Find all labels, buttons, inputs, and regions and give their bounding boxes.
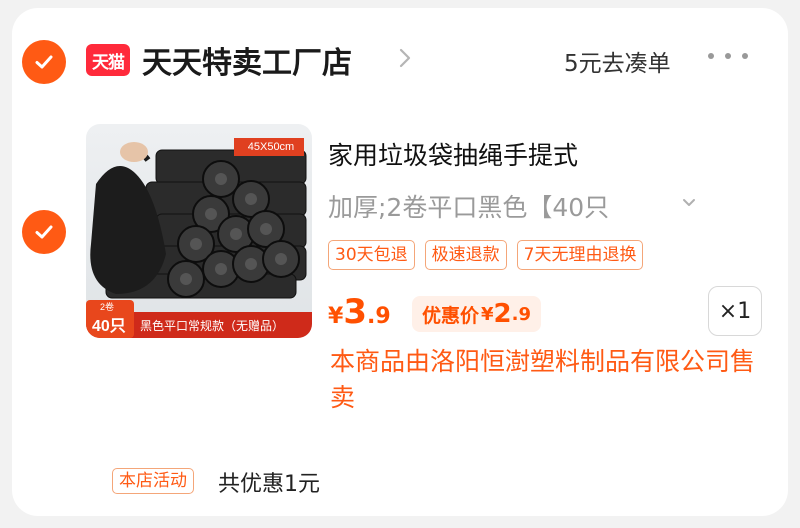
service-tags: 30天包退 极速退款 7天无理由退换 — [328, 240, 644, 270]
more-icon[interactable] — [708, 44, 748, 68]
discount-decimal: .9 — [511, 303, 532, 325]
product-thumbnail[interactable]: 45X50cm 2卷 40只 黑色平口常规款（无赠品） — [86, 124, 312, 338]
store-name[interactable]: 天天特卖工厂店 — [142, 38, 352, 82]
sku-selector[interactable]: 加厚;2卷平口黑色【40只 — [328, 188, 609, 224]
item-select-checkbox[interactable] — [22, 210, 66, 254]
size-label: 45X50cm — [247, 141, 295, 153]
chevron-down-icon[interactable] — [680, 194, 698, 212]
chevron-right-icon[interactable] — [398, 46, 412, 70]
tmall-logo: 天猫 — [86, 44, 130, 76]
price-integer: 3 — [343, 292, 367, 332]
product-title[interactable]: 家用垃圾袋抽绳手提式 — [328, 136, 578, 172]
thumb-banner: 黑色平口常规款（无赠品） — [140, 319, 285, 333]
discount-integer: 2 — [493, 299, 512, 329]
price-decimal: .9 — [366, 304, 391, 329]
check-icon — [35, 225, 53, 239]
service-tag: 极速退款 — [424, 240, 507, 270]
promo-text: 共优惠1元 — [218, 472, 320, 497]
promo-tag: 本店活动 — [112, 468, 194, 494]
more-dot — [742, 53, 748, 59]
count-big-label: 40只 — [92, 318, 126, 335]
coudan-link[interactable]: 5元去凑单 — [564, 44, 671, 78]
seller-note: 本商品由洛阳恒澍塑料制品有限公司售卖 — [330, 347, 756, 412]
price-currency: ¥ — [328, 304, 344, 329]
check-icon — [35, 55, 53, 69]
store-select-checkbox[interactable] — [22, 40, 66, 84]
discount-currency: ¥ — [481, 303, 494, 325]
discount-label: 优惠价 — [422, 304, 480, 327]
more-dot — [725, 53, 731, 59]
service-tag: 30天包退 — [328, 240, 415, 270]
quantity-stepper[interactable]: ×1 — [708, 286, 762, 336]
service-tag: 7天无理由退换 — [516, 240, 644, 270]
discount-price-badge: 优惠价 ¥ 2 .9 — [412, 296, 542, 332]
item-price: ¥ 3 .9 — [328, 292, 391, 332]
more-dot — [708, 53, 714, 59]
